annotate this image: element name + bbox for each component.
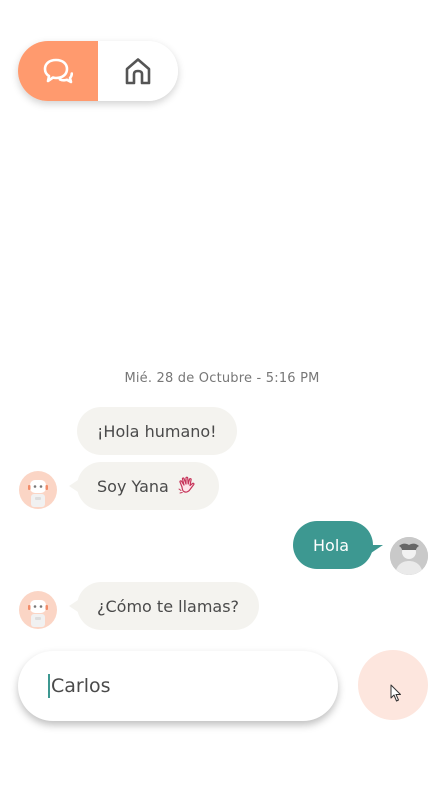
chat-bubbles-icon	[43, 58, 73, 84]
bot-message: Soy Yana	[69, 462, 219, 510]
message-input[interactable]: Carlos	[18, 651, 338, 721]
user-avatar	[390, 537, 428, 575]
bot-avatar	[19, 591, 57, 629]
user-message: Hola	[293, 521, 383, 569]
text-caret	[48, 674, 50, 698]
message-text: Soy Yana	[97, 476, 169, 496]
chat-tab[interactable]	[18, 41, 98, 101]
chat-timestamp: Mié. 28 de Octubre - 5:16 PM	[124, 371, 320, 386]
message-text: ¡Hola humano!	[97, 421, 217, 441]
waving-hand-icon	[178, 476, 195, 494]
home-tab[interactable]	[98, 41, 178, 101]
message-text: ¿Cómo te llamas?	[97, 596, 240, 616]
view-toggle	[18, 41, 178, 101]
bot-message: ¡Hola humano!	[77, 407, 237, 455]
message-input-value: Carlos	[51, 675, 111, 697]
bot-message: ¿Cómo te llamas?	[69, 582, 260, 630]
mouse-pointer-icon	[390, 684, 401, 702]
bot-avatar	[19, 471, 57, 509]
home-icon	[125, 58, 151, 85]
message-text: Hola	[313, 535, 350, 555]
